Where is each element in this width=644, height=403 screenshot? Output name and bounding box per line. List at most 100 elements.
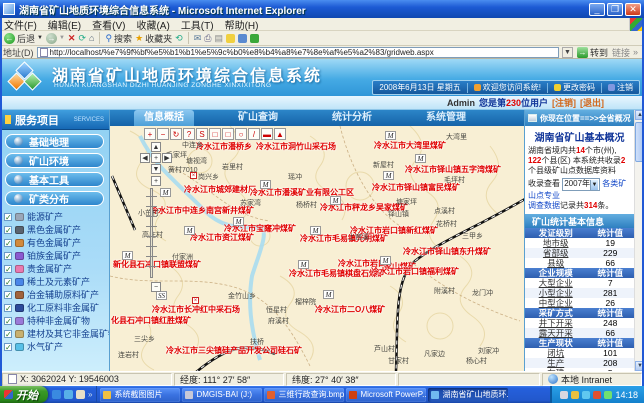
zoom-minus-button[interactable]: −	[151, 282, 161, 292]
favorites-button[interactable]: ★ 收藏夹	[135, 32, 172, 45]
start-button[interactable]: 开始	[0, 386, 48, 403]
checkbox-checked-icon[interactable]: ✓	[4, 343, 12, 351]
im-tray-icon[interactable]	[604, 391, 612, 399]
mine-label[interactable]: 冷水江市二O八煤矿	[315, 304, 385, 315]
mine-label[interactable]: 化县石冲口镇红胜煤矿	[111, 315, 191, 326]
minimize-button[interactable]: _	[589, 3, 605, 16]
mine-marker[interactable]: M	[380, 256, 391, 265]
mineral-layer-item[interactable]: ✓贵金属矿产	[0, 262, 109, 275]
stats-label[interactable]: 露天开采	[525, 328, 586, 338]
menu-item[interactable]: 编辑(E)	[48, 17, 81, 32]
mine-marker[interactable]: M	[298, 260, 309, 269]
close-button[interactable]: ✕	[625, 3, 641, 16]
menu-item[interactable]: 帮助(H)	[225, 17, 259, 32]
stats-label[interactable]: 地市级	[525, 238, 586, 248]
safety-tray-icon[interactable]	[571, 391, 579, 399]
sidebar-group-button[interactable]: 基本工具	[5, 172, 104, 187]
printer-tray-icon[interactable]	[560, 391, 568, 399]
zoom-in-icon[interactable]: +	[144, 128, 156, 140]
back-button[interactable]: ← 后退 ▼	[4, 32, 43, 45]
checkbox-checked-icon[interactable]: ✓	[4, 265, 12, 273]
welcome-link[interactable]: 欢迎您访问系统!	[474, 82, 541, 93]
menu-item[interactable]: 收藏(A)	[136, 17, 169, 32]
measure-icon[interactable]: /	[248, 128, 260, 140]
zoom-out-icon[interactable]: −	[157, 128, 169, 140]
checkbox-checked-icon[interactable]: ✓	[4, 278, 12, 286]
menu-item[interactable]: 文件(F)	[4, 17, 37, 32]
taskbar-button[interactable]: Microsoft PowerP...	[346, 388, 426, 402]
address-dropdown[interactable]: ▼	[562, 47, 573, 58]
mail-button[interactable]: ✉	[194, 33, 202, 44]
checkbox-checked-icon[interactable]: ✓	[4, 317, 12, 325]
mine-label[interactable]: 冷水江市大湾里煤矿	[374, 140, 446, 151]
mine-label[interactable]: 冷水江市铎山镇五字湾煤矿	[405, 164, 501, 175]
menu-item[interactable]: 工具(T)	[181, 17, 214, 32]
stop-icon[interactable]: S	[196, 128, 208, 140]
print-button[interactable]: ⎙	[204, 33, 211, 44]
mine-label[interactable]: 冷水江市三尖镇硅产品开发公司硅石矿	[166, 345, 302, 356]
zoom-slider[interactable]	[150, 188, 153, 278]
pan-up-button[interactable]: ▲	[151, 142, 161, 152]
search-button[interactable]: ⚲ 搜索	[105, 32, 132, 45]
stats-label[interactable]: 闭坑	[525, 348, 586, 358]
home-button[interactable]: ⌂	[89, 33, 94, 44]
mine-label[interactable]: 冷水江市洞竹山采石场	[256, 141, 336, 152]
change-password-link[interactable]: 更改密码	[554, 82, 595, 93]
go-button[interactable]: → 转到	[577, 46, 608, 59]
checkbox-checked-icon[interactable]: ✓	[4, 239, 12, 247]
stop-button[interactable]: ✕	[68, 33, 76, 44]
mineral-layer-item[interactable]: ✓能源矿产	[0, 210, 109, 223]
mine-marker[interactable]: M	[310, 226, 321, 235]
desktop-quicklaunch-icon[interactable]	[76, 390, 85, 399]
stats-label[interactable]: 县级	[525, 258, 586, 268]
quicklaunch-expand-icon[interactable]: »	[88, 390, 92, 399]
mine-marker[interactable]: M	[122, 251, 133, 260]
taskbar-button[interactable]: 湖南省矿山地质环...	[428, 388, 508, 402]
map-viewport[interactable]: 冷水江市潘桥乡冷水江市洞竹山采石场冷水江市城郊建材厂冷水江市潘溪矿业有限公工区冷…	[110, 126, 524, 371]
logout-link-2[interactable]: [注销]	[552, 96, 576, 109]
taskbar-button[interactable]: 系统截图图片	[100, 388, 180, 402]
clock[interactable]: 14:18	[615, 390, 638, 400]
address-input[interactable]: http://localhost/%e7%9f%bf%e5%b1%b1%e5%9…	[37, 47, 559, 58]
identify-icon[interactable]: ?	[183, 128, 195, 140]
pan-down-button[interactable]: ▼	[151, 164, 161, 174]
mine-label[interactable]: 冷水江市城郊建材厂	[184, 184, 256, 195]
stats-label[interactable]: 小型企业	[525, 288, 586, 298]
maximize-button[interactable]: ❐	[607, 3, 623, 16]
taskbar-button[interactable]: DMGIS-BAI (J:)	[182, 388, 262, 402]
stats-label[interactable]: 生产	[525, 358, 586, 368]
exit-link[interactable]: [退出]	[580, 96, 604, 109]
mine-label[interactable]: 冷水江市资江煤矿	[190, 232, 254, 243]
mine-label[interactable]: 冷水江市铎山镇东升煤矿	[403, 246, 491, 257]
messenger-button[interactable]	[250, 34, 259, 43]
mineral-layer-item[interactable]: ✓建材及其它非金属矿物	[0, 327, 109, 340]
mine-marker[interactable]: M	[415, 154, 426, 163]
mine-marker[interactable]: M	[330, 196, 341, 205]
mine-label[interactable]: 冷水江市潘桥乡	[196, 141, 252, 152]
sidebar-group-button[interactable]: 矿山环境	[5, 153, 104, 168]
mine-marker[interactable]: M	[260, 180, 271, 189]
mineral-layer-item[interactable]: ✓水气矿产	[0, 340, 109, 353]
tab-1[interactable]: 矿山查询	[228, 110, 288, 126]
mine-marker[interactable]: SS	[156, 291, 167, 300]
volume-tray-icon[interactable]	[582, 391, 590, 399]
mine-label[interactable]: 冷水江市中连乡南宫新井煤矿	[150, 205, 254, 216]
eraser-icon[interactable]: ▬	[261, 128, 273, 140]
edit-button[interactable]: ▤	[214, 33, 223, 44]
clear-selection-icon[interactable]: □	[222, 128, 234, 140]
stats-label[interactable]: 中型企业	[525, 298, 586, 308]
pan-left-button[interactable]: ◀	[140, 153, 150, 163]
checkbox-checked-icon[interactable]: ✓	[4, 252, 12, 260]
mineral-layer-item[interactable]: ✓化工原料非金属矿	[0, 301, 109, 314]
year-select[interactable]: 2007年▼	[562, 178, 600, 191]
title-bar[interactable]: 湖南省矿山地质环境综合信息系统 - Microsoft Internet Exp…	[0, 0, 644, 18]
refresh-button[interactable]: ⟳	[78, 33, 86, 44]
ie-quicklaunch-icon[interactable]	[52, 390, 61, 399]
query-zoom-icon[interactable]: ○	[235, 128, 247, 140]
mineral-layer-item[interactable]: ✓黑色金属矿产	[0, 223, 109, 236]
discuss-button[interactable]	[238, 34, 247, 43]
mine-marker[interactable]: M	[160, 188, 171, 197]
pan-right-button[interactable]: ▶	[162, 153, 172, 163]
checkbox-checked-icon[interactable]: ✓	[4, 291, 12, 299]
mineral-layer-item[interactable]: ✓稀土及元素矿产	[0, 275, 109, 288]
